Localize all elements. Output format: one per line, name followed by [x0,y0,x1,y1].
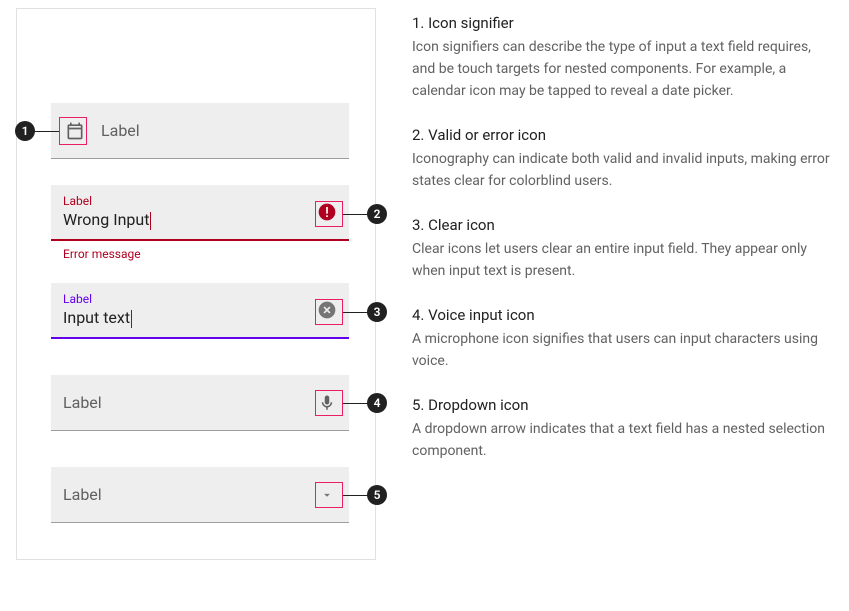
field-group-1: Label 1 [51,103,349,159]
text-field-error[interactable]: Label Wrong Input [51,185,349,241]
description-title: 1. Icon signifier [412,12,833,34]
field-label: Label [63,485,102,504]
callout-badge-3: 3 [367,302,387,322]
field-group-3: Label Input text 3 [51,283,349,339]
field-value: Input text [63,308,337,328]
callout-line-4 [343,403,369,404]
field-label: Label [63,393,102,412]
callout-line-3 [343,312,369,313]
callout-line-2 [343,214,369,215]
description-5: 5. Dropdown icon A dropdown arrow indica… [412,394,833,462]
description-2: 2. Valid or error icon Iconography can i… [412,124,833,192]
callout-badge-5: 5 [367,485,387,505]
text-field-dropdown[interactable]: Label [51,467,349,523]
description-body: A microphone icon signifies that users c… [412,328,833,372]
callout-line-1 [33,131,59,132]
description-title: 5. Dropdown icon [412,394,833,416]
field-label: Label [63,194,337,208]
description-3: 3. Clear icon Clear icons let users clea… [412,214,833,282]
callout-badge-1: 1 [15,121,35,141]
field-group-4: Label 4 [51,375,349,431]
callout-line-5 [343,495,369,496]
error-icon [315,200,339,224]
description-1: 1. Icon signifier Icon signifiers can de… [412,12,833,102]
dropdown-icon[interactable] [315,483,339,507]
field-value: Wrong Input [63,210,337,230]
calendar-icon[interactable] [63,119,87,143]
description-title: 3. Clear icon [412,214,833,236]
text-field-voice[interactable]: Label [51,375,349,431]
field-group-5: Label 5 [51,467,349,523]
description-title: 2. Valid or error icon [412,124,833,146]
field-label: Label [63,292,337,306]
text-field-leading-icon[interactable]: Label [51,103,349,159]
microphone-icon[interactable] [315,391,339,415]
callout-badge-2: 2 [367,204,387,224]
description-body: Clear icons let users clear an entire in… [412,238,833,282]
clear-icon[interactable] [315,298,339,322]
text-field-focused[interactable]: Label Input text [51,283,349,339]
description-body: Iconography can indicate both valid and … [412,148,833,192]
field-label: Label [101,121,140,140]
descriptions-column: 1. Icon signifier Icon signifiers can de… [412,8,833,560]
error-message: Error message [51,241,349,261]
description-body: A dropdown arrow indicates that a text f… [412,418,833,462]
description-4: 4. Voice input icon A microphone icon si… [412,304,833,372]
callout-badge-4: 4 [367,393,387,413]
description-body: Icon signifiers can describe the type of… [412,36,833,102]
figure-panel: Label 1 Label Wrong Input Error message … [16,8,376,560]
field-group-2: Label Wrong Input Error message 2 [51,185,349,261]
description-title: 4. Voice input icon [412,304,833,326]
